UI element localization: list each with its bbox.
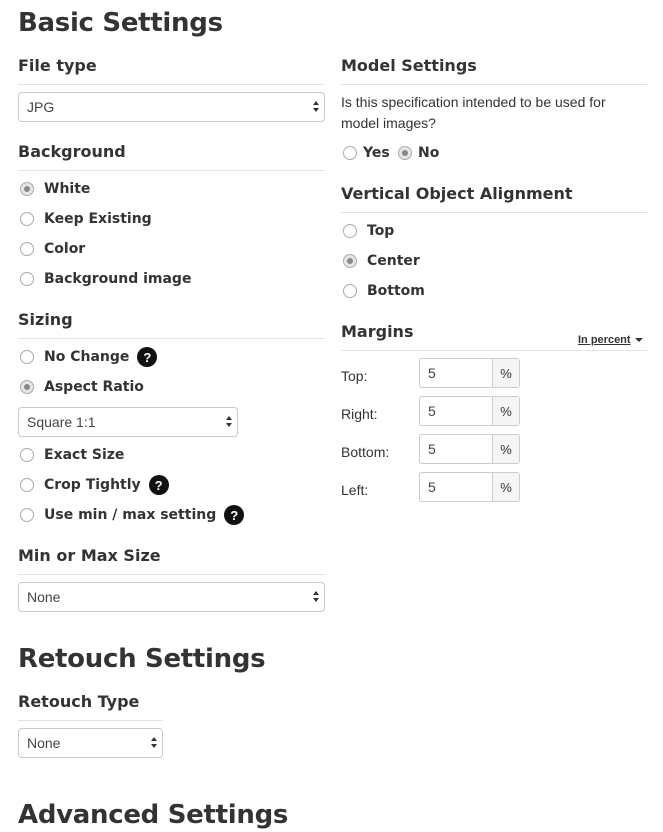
percent-unit: % [492,397,519,425]
sizing-option-label: Aspect Ratio [44,379,144,395]
min-max-size-label: Min or Max Size [18,546,325,575]
margin-top-label: Top: [341,368,368,384]
margin-bottom-label: Bottom: [341,444,390,460]
margin-value: 5 [428,403,436,419]
margin-top-input[interactable]: 5 % [419,358,520,388]
select-arrows-icon [226,416,232,428]
radio-icon [343,146,357,160]
aspect-ratio-value: Square 1:1 [27,414,96,430]
model-option-yes[interactable]: Yes [343,143,390,163]
radio-icon [20,272,34,286]
min-max-size-value: None [27,589,61,605]
margin-value: 5 [428,365,436,381]
background-option-label: Background image [44,271,192,287]
alignment-option-bottom[interactable]: Bottom [343,281,425,301]
radio-icon [20,212,34,226]
caret-down-icon [634,338,643,342]
alignment-option-label: Top [367,223,395,239]
percent-unit: % [492,473,519,501]
percent-unit: % [492,435,519,463]
alignment-option-center[interactable]: Center [343,251,420,271]
sizing-option-crop-tightly[interactable]: Crop Tightly ? [20,475,169,495]
basic-settings-heading: Basic Settings [18,8,223,38]
sizing-option-min-max[interactable]: Use min / max setting ? [20,505,245,525]
alignment-option-label: Bottom [367,283,425,299]
margin-value: 5 [428,441,436,457]
margin-bottom-input[interactable]: 5 % [419,434,520,464]
radio-icon [343,224,357,238]
margin-right-input[interactable]: 5 % [419,396,520,426]
help-icon[interactable]: ? [137,347,158,367]
sizing-option-exact-size[interactable]: Exact Size [20,445,124,465]
radio-icon [20,508,34,522]
background-option-label: White [44,181,91,197]
margin-right-label: Right: [341,406,378,422]
model-settings-label: Model Settings [341,56,647,85]
radio-icon [20,242,34,256]
background-option-label: Keep Existing [44,211,152,227]
sizing-option-label: Exact Size [44,447,125,463]
alignment-option-label: Center [367,253,420,269]
model-question: Is this specification intended to be use… [341,94,606,131]
sizing-option-label: No Change [44,349,130,365]
radio-selected-icon [20,380,34,394]
margin-value: 5 [428,479,436,495]
margin-left-label: Left: [341,482,369,498]
radio-icon [20,478,34,492]
vertical-alignment-label: Vertical Object Alignment [341,184,647,213]
select-arrows-icon [313,591,319,603]
retouch-type-label: Retouch Type [18,692,163,721]
radio-icon [20,350,34,364]
radio-icon [343,284,357,298]
sizing-option-label: Use min / max setting [44,507,217,523]
retouch-type-value: None [27,735,61,751]
background-option-image[interactable]: Background image [20,269,191,289]
sizing-label: Sizing [18,310,325,339]
background-label: Background [18,142,325,171]
model-option-label: No [418,145,440,161]
radio-selected-icon [398,146,412,160]
margin-left-input[interactable]: 5 % [419,472,520,502]
alignment-option-top[interactable]: Top [343,221,394,241]
model-option-no[interactable]: No [398,143,439,163]
background-option-keep-existing[interactable]: Keep Existing [20,209,152,229]
help-icon[interactable]: ? [224,505,245,525]
background-option-label: Color [44,241,86,257]
file-type-value: JPG [27,99,55,115]
radio-selected-icon [20,182,34,196]
percent-unit: % [492,359,519,387]
file-type-select[interactable]: JPG [18,92,325,122]
select-arrows-icon [151,737,157,749]
advanced-settings-heading: Advanced Settings [18,800,289,830]
sizing-option-no-change[interactable]: No Change ? [20,347,158,367]
margin-unit-dropdown[interactable]: In percent [578,334,643,346]
margin-unit-label: In percent [578,334,631,346]
background-option-color[interactable]: Color [20,239,85,259]
help-icon[interactable]: ? [148,475,169,495]
select-arrows-icon [313,101,319,113]
radio-selected-icon [343,254,357,268]
retouch-type-select[interactable]: None [18,728,163,758]
sizing-option-label: Crop Tightly [44,477,141,493]
min-max-size-select[interactable]: None [18,582,325,612]
aspect-ratio-select[interactable]: Square 1:1 [18,407,238,437]
model-option-label: Yes [363,145,390,161]
sizing-option-aspect-ratio[interactable]: Aspect Ratio [20,377,144,397]
background-option-white[interactable]: White [20,179,90,199]
retouch-settings-heading: Retouch Settings [18,644,266,674]
radio-icon [20,448,34,462]
file-type-label: File type [18,56,325,85]
